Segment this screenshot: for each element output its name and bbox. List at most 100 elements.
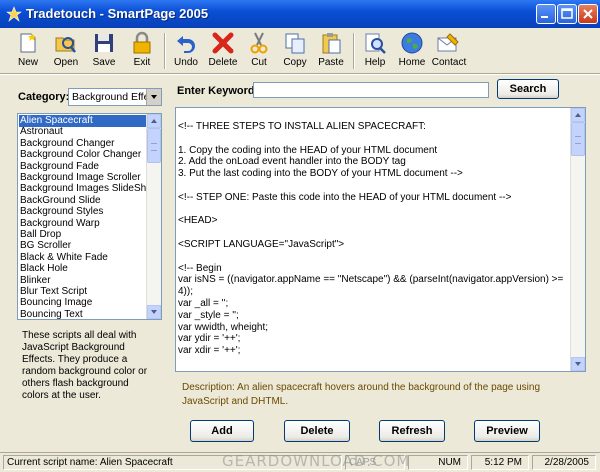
title-bar[interactable]: Tradetouch - SmartPage 2005 xyxy=(0,0,600,28)
delete-x-icon xyxy=(212,32,234,54)
code-scroll-down-button[interactable] xyxy=(571,357,585,371)
code-line: var xdir = '++'; xyxy=(178,345,241,357)
script-description: Description: An alien spacecraft hovers … xyxy=(182,382,541,407)
code-line: var ydir = '++'; xyxy=(178,333,241,345)
close-button[interactable] xyxy=(578,4,598,24)
copy-icon xyxy=(285,33,305,54)
code-line: <HEAD> xyxy=(178,215,218,227)
status-time: 5:12 PM xyxy=(471,455,529,470)
script-list[interactable]: Alien Spacecraft Astronaut Background Chan… xyxy=(17,113,162,320)
script-list-scrollbar[interactable] xyxy=(146,114,161,319)
script-list-item[interactable]: Background Images SlideShow xyxy=(19,183,159,195)
copy-label: Copy xyxy=(283,57,307,68)
delete-button[interactable]: Delete xyxy=(205,29,241,71)
script-list-item[interactable]: Black Hole xyxy=(19,263,149,275)
search-button[interactable]: Search xyxy=(497,79,559,99)
copy-button[interactable]: Copy xyxy=(277,29,313,71)
script-list-item[interactable]: Alien Spacecraft xyxy=(19,115,149,127)
script-list-item[interactable]: Bouncing Image xyxy=(19,297,149,309)
dropdown-arrow-icon[interactable] xyxy=(146,89,161,105)
app-window: Tradetouch - SmartPage 2005 New Open Sav… xyxy=(0,0,600,472)
paste-clipboard-icon xyxy=(322,33,341,54)
new-button[interactable]: New xyxy=(10,29,46,71)
toolbar-separator xyxy=(353,33,355,69)
contact-button[interactable]: Contact xyxy=(430,29,468,71)
script-list-item[interactable]: BG Scroller xyxy=(19,240,149,252)
script-list-item[interactable]: Ball Drop xyxy=(19,229,149,241)
category-selected-value: Background Effect xyxy=(72,91,146,103)
close-icon xyxy=(583,9,593,19)
paste-label: Paste xyxy=(318,57,344,68)
new-label: New xyxy=(17,57,38,68)
keyword-input[interactable] xyxy=(253,82,489,98)
save-label: Save xyxy=(92,57,116,68)
script-list-item[interactable]: Blinker xyxy=(19,275,149,287)
minimize-button[interactable] xyxy=(536,4,556,24)
scroll-thumb[interactable] xyxy=(147,128,161,163)
code-line: <!-- Begin xyxy=(178,262,222,274)
scissors-icon xyxy=(250,32,268,54)
app-icon xyxy=(6,6,22,22)
script-list-item[interactable]: Blur Text Script xyxy=(19,286,149,298)
delete-label: Delete xyxy=(208,57,238,68)
code-scroll-up-button[interactable] xyxy=(571,108,585,122)
contact-mail-icon xyxy=(437,33,459,52)
code-line: var wwidth, wheight; xyxy=(178,321,269,333)
script-list-item[interactable]: Background Warp xyxy=(19,218,149,230)
category-label: Category: xyxy=(18,91,70,103)
preview-button[interactable]: Preview xyxy=(474,420,540,442)
code-line: var _all = ''; xyxy=(178,298,229,309)
toolbar-separator xyxy=(164,33,166,69)
watermark: GEARDOWNLOAD.COM xyxy=(222,452,411,470)
main-toolbar: New Open Save Exit Undo Delete Cut Copy … xyxy=(2,29,598,73)
category-dropdown[interactable]: Background Effect xyxy=(68,88,162,106)
script-list-item[interactable]: Background Styles xyxy=(19,206,149,218)
code-line: <!-- THREE STEPS TO INSTALL ALIEN SPACEC… xyxy=(178,121,426,132)
script-list-item[interactable]: BackGround Slide xyxy=(19,195,149,207)
undo-button[interactable]: Undo xyxy=(168,29,204,71)
refresh-button[interactable]: Refresh xyxy=(379,420,445,442)
scroll-down-button[interactable] xyxy=(147,305,161,319)
code-line: 2. Add the onLoad event handler into the… xyxy=(178,156,406,168)
code-scrollbar[interactable] xyxy=(570,108,585,371)
add-button[interactable]: Add xyxy=(190,420,254,442)
cut-button[interactable]: Cut xyxy=(241,29,277,71)
home-label: Home xyxy=(398,57,426,68)
code-line: <!-- STEP ONE: Paste this code into the … xyxy=(178,191,512,203)
help-button[interactable]: Help xyxy=(357,29,393,71)
open-button[interactable]: Open xyxy=(48,29,84,71)
cut-label: Cut xyxy=(251,57,267,68)
script-list-item[interactable]: Bouncing Text xyxy=(19,309,149,319)
home-button[interactable]: Home xyxy=(394,29,430,71)
code-line: var isNS = ((navigator.appName == "Netsc… xyxy=(178,274,564,286)
script-list-item[interactable]: Background Fade xyxy=(19,161,149,173)
status-num: NUM xyxy=(408,455,468,470)
paste-button[interactable]: Paste xyxy=(313,29,349,71)
open-folder-icon xyxy=(55,37,76,53)
category-description: These scripts all deal with JavaScript B… xyxy=(22,330,148,401)
contact-label: Contact xyxy=(431,57,467,68)
code-line: <SCRIPT LANGUAGE="JavaScript"> xyxy=(178,239,345,250)
code-line: 3. Put the last coding into the BODY of … xyxy=(178,168,463,180)
lock-icon xyxy=(133,31,151,54)
code-scroll-thumb[interactable] xyxy=(571,122,585,156)
help-magnifier-icon xyxy=(365,33,386,54)
script-list-item[interactable]: Astronaut xyxy=(19,126,149,138)
script-list-item[interactable]: Background Changer xyxy=(19,138,149,150)
minimize-icon xyxy=(541,16,548,18)
scroll-up-button[interactable] xyxy=(147,114,161,128)
search-label: Enter Keyword: xyxy=(177,85,259,97)
maximize-button[interactable] xyxy=(557,4,577,24)
script-list-item[interactable]: Background Image Scroller xyxy=(19,172,149,184)
save-button[interactable]: Save xyxy=(86,29,122,71)
script-list-item[interactable]: Black & White Fade xyxy=(19,252,149,264)
script-list-item[interactable]: Background Color Changer xyxy=(19,149,149,161)
code-line: 1. Copy the coding into the HEAD of your… xyxy=(178,144,438,156)
delete-script-button[interactable]: Delete xyxy=(284,420,350,442)
exit-button[interactable]: Exit xyxy=(124,29,160,71)
maximize-icon xyxy=(561,8,573,19)
code-editor[interactable]: <!-- THREE STEPS TO INSTALL ALIEN SPACEC… xyxy=(175,107,586,372)
code-line: 4)); xyxy=(178,286,193,298)
toolbar-divider xyxy=(0,73,600,75)
exit-label: Exit xyxy=(133,57,151,68)
